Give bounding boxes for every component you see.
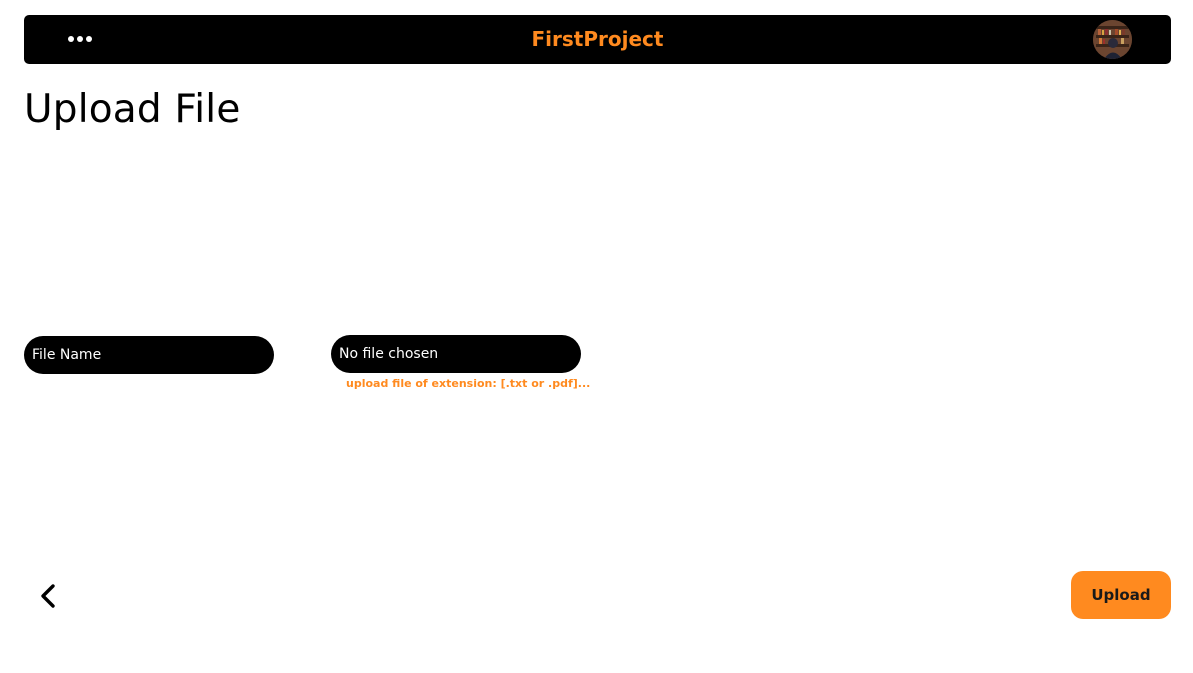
- file-name-field[interactable]: [24, 336, 274, 374]
- back-button[interactable]: [34, 580, 64, 612]
- page-title: Upload File: [24, 87, 241, 132]
- file-name-input[interactable]: [32, 336, 274, 374]
- avatar-image-icon: [1093, 20, 1132, 59]
- upload-file-page: FirstProject Upload File File Name No fi…: [0, 0, 1193, 673]
- app-title: FirstProject: [531, 27, 664, 51]
- top-navigation-bar: FirstProject: [24, 15, 1171, 64]
- file-extension-hint: upload file of extension: [.txt or .pdf]…: [346, 377, 591, 390]
- upload-button[interactable]: Upload: [1071, 571, 1171, 619]
- file-picker-button[interactable]: No file chosen: [331, 335, 581, 373]
- file-picker-status: No file chosen: [339, 346, 439, 362]
- user-avatar[interactable]: [1093, 20, 1132, 59]
- chevron-left-icon: [41, 584, 55, 608]
